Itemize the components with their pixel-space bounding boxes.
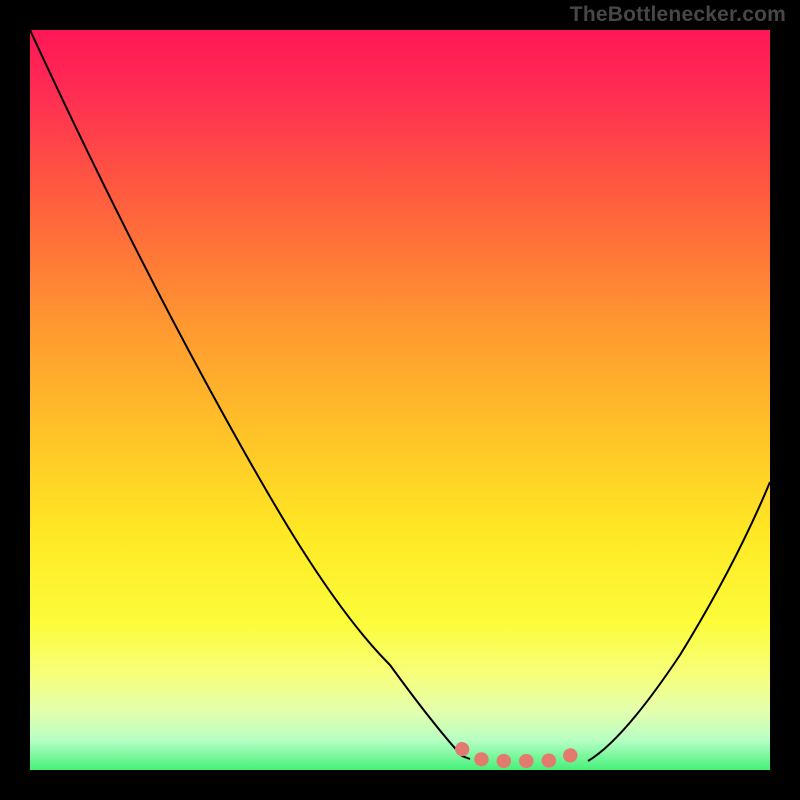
highlight-dots	[462, 745, 586, 761]
chart-stage: TheBottlenecker.com	[0, 0, 800, 800]
left-curve	[30, 30, 470, 759]
right-curve	[588, 482, 770, 761]
plot-area	[30, 30, 770, 770]
curve-overlay	[30, 30, 770, 770]
watermark-text: TheBottlenecker.com	[570, 3, 786, 27]
